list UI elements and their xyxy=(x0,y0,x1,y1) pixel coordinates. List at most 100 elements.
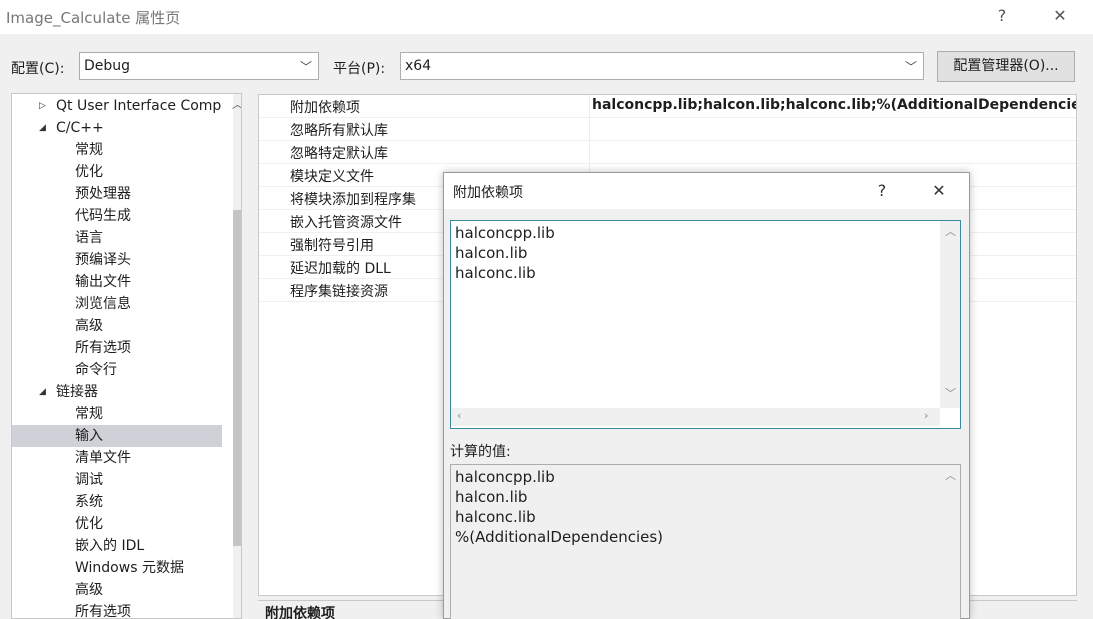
property-name: 将模块添加到程序集 xyxy=(290,192,416,208)
tree-item[interactable]: 系统 xyxy=(12,491,222,513)
scroll-down-icon[interactable]: ﹀ xyxy=(945,385,956,401)
scroll-right-icon[interactable]: › xyxy=(924,409,928,422)
column-divider xyxy=(589,118,590,141)
tree-item-label: Windows 元数据 xyxy=(75,560,184,576)
config-label: 配置(C): xyxy=(11,61,65,77)
tree-scrollbar-thumb[interactable] xyxy=(233,210,241,546)
window-title: Image_Calculate 属性页 xyxy=(6,9,181,27)
tree-item-label: 高级 xyxy=(75,318,103,334)
dependency-line: halconcpp.lib xyxy=(455,224,555,242)
tree-item-label: 所有选项 xyxy=(75,340,131,356)
computed-vertical-scrollbar[interactable]: ︿ xyxy=(940,465,960,619)
dialog-help-icon[interactable]: ? xyxy=(868,179,896,203)
edit-vertical-scrollbar[interactable]: ︿ ﹀ xyxy=(940,221,960,408)
tree-item-label: 清单文件 xyxy=(75,450,131,466)
collapse-arrow-icon[interactable]: ◢ xyxy=(39,381,46,403)
tree-item[interactable]: 优化 xyxy=(12,513,222,535)
column-divider xyxy=(589,141,590,164)
computed-line: halconc.lib xyxy=(455,508,536,526)
config-value: Debug xyxy=(84,58,131,74)
property-name: 嵌入托管资源文件 xyxy=(290,215,402,231)
computed-line: halcon.lib xyxy=(455,488,528,506)
tree-item[interactable]: ◢ 链接器 xyxy=(12,381,222,403)
tree-item-label: C/C++ xyxy=(56,120,104,136)
tree-item[interactable]: 调试 xyxy=(12,469,222,491)
tree-item-label: 嵌入的 IDL xyxy=(75,538,145,554)
dialog-titlebar: 附加依赖项 ? ✕ xyxy=(444,173,969,209)
dependency-line: halcon.lib xyxy=(455,244,528,262)
scroll-up-icon[interactable]: ︿ xyxy=(232,96,241,112)
config-dropdown[interactable]: Debug ﹀ xyxy=(79,52,319,80)
tree-item[interactable]: 常规 xyxy=(12,139,222,161)
tree-item[interactable]: 清单文件 xyxy=(12,447,222,469)
help-icon[interactable]: ? xyxy=(988,4,1016,28)
tree-item-label: 所有选项 xyxy=(75,604,131,619)
property-name: 忽略特定默认库 xyxy=(290,146,388,162)
computed-line: halconcpp.lib xyxy=(455,468,555,486)
tree-item[interactable]: 命令行 xyxy=(12,359,222,381)
edit-horizontal-scrollbar[interactable]: ‹ › xyxy=(451,408,940,426)
expand-arrow-icon[interactable]: ▷ xyxy=(39,95,46,117)
property-name: 强制符号引用 xyxy=(290,238,374,254)
tree-item-label: 输出文件 xyxy=(75,274,131,290)
dependencies-edit-box[interactable]: halconcpp.lib halcon.lib halconc.lib ︿ ﹀ ‹… xyxy=(450,220,961,429)
scroll-up-icon[interactable]: ︿ xyxy=(945,223,956,239)
description-title: 附加依赖项 xyxy=(265,606,335,619)
tree-item-label: 语言 xyxy=(75,230,103,246)
property-name: 附加依赖项 xyxy=(290,100,360,116)
tree-item[interactable]: 高级 xyxy=(12,579,222,601)
tree-item[interactable]: 浏览信息 xyxy=(12,293,222,315)
tree-item-label: 调试 xyxy=(75,472,103,488)
tree-item[interactable]: 输出文件 xyxy=(12,271,222,293)
property-row[interactable]: 忽略特定默认库 xyxy=(259,141,1076,164)
dialog-title: 附加依赖项 xyxy=(453,185,523,201)
tree-item[interactable]: 高级 xyxy=(12,315,222,337)
computed-line: %(AdditionalDependencies) xyxy=(455,528,664,546)
tree-item[interactable]: 预处理器 xyxy=(12,183,222,205)
chevron-down-icon: ﹀ xyxy=(904,60,917,74)
property-value[interactable]: halconcpp.lib;halcon.lib;halconc.lib;%(A… xyxy=(592,97,1076,113)
tree-item-label: 优化 xyxy=(75,516,103,532)
tree-item-label: 输入 xyxy=(75,428,103,444)
tree-item-label: 预编译头 xyxy=(75,252,131,268)
tree-item[interactable]: 所有选项 xyxy=(12,601,222,619)
tree-item[interactable]: 预编译头 xyxy=(12,249,222,271)
property-name: 模块定义文件 xyxy=(290,169,374,185)
tree-item[interactable]: ◢ C/C++ xyxy=(12,117,222,139)
tree-item[interactable]: 嵌入的 IDL xyxy=(12,535,222,557)
scroll-left-icon[interactable]: ‹ xyxy=(457,409,461,422)
tree-item-label: 常规 xyxy=(75,142,103,158)
window-titlebar: Image_Calculate 属性页 ? ✕ xyxy=(0,0,1093,34)
collapse-arrow-icon[interactable]: ◢ xyxy=(39,117,46,139)
additional-dependencies-dialog: 附加依赖项 ? ✕ halconcpp.lib halcon.lib halconc… xyxy=(443,172,970,619)
platform-value: x64 xyxy=(405,58,432,74)
computed-values-box: halconcpp.lib halcon.lib halconc.lib %(Addi… xyxy=(450,464,961,619)
property-name: 延迟加载的 DLL xyxy=(290,261,391,277)
tree-item[interactable]: 所有选项 xyxy=(12,337,222,359)
tree-item-label: 浏览信息 xyxy=(75,296,131,312)
tree-item-label: Qt User Interface Comp xyxy=(56,98,222,114)
config-manager-button[interactable]: 配置管理器(O)... xyxy=(937,51,1075,82)
tree-item-label: 预处理器 xyxy=(75,186,131,202)
computed-values-label: 计算的值: xyxy=(450,444,511,460)
tree-item[interactable]: 优化 xyxy=(12,161,222,183)
platform-label: 平台(P): xyxy=(333,61,386,77)
chevron-down-icon: ﹀ xyxy=(299,60,312,74)
tree-item[interactable]: 常规 xyxy=(12,403,222,425)
tree-item-label: 命令行 xyxy=(75,362,117,378)
platform-dropdown[interactable]: x64 ﹀ xyxy=(400,52,924,80)
dialog-close-icon[interactable]: ✕ xyxy=(925,179,953,203)
tree-item[interactable]: ▷ Qt User Interface Comp xyxy=(12,95,222,117)
property-name: 忽略所有默认库 xyxy=(290,123,388,139)
property-row[interactable]: 忽略所有默认库 xyxy=(259,118,1076,141)
tree-item[interactable]: 代码生成 xyxy=(12,205,222,227)
property-row[interactable]: 附加依赖项 halconcpp.lib;halcon.lib;halconc.li… xyxy=(259,95,1076,118)
tree-item-label: 优化 xyxy=(75,164,103,180)
scroll-up-icon[interactable]: ︿ xyxy=(945,467,956,483)
close-icon[interactable]: ✕ xyxy=(1046,4,1074,28)
tree-item-label: 高级 xyxy=(75,582,103,598)
tree-item[interactable]: Windows 元数据 xyxy=(12,557,222,579)
tree-item[interactable]: 输入 xyxy=(12,425,222,447)
property-name: 程序集链接资源 xyxy=(290,284,388,300)
tree-item[interactable]: 语言 xyxy=(12,227,222,249)
